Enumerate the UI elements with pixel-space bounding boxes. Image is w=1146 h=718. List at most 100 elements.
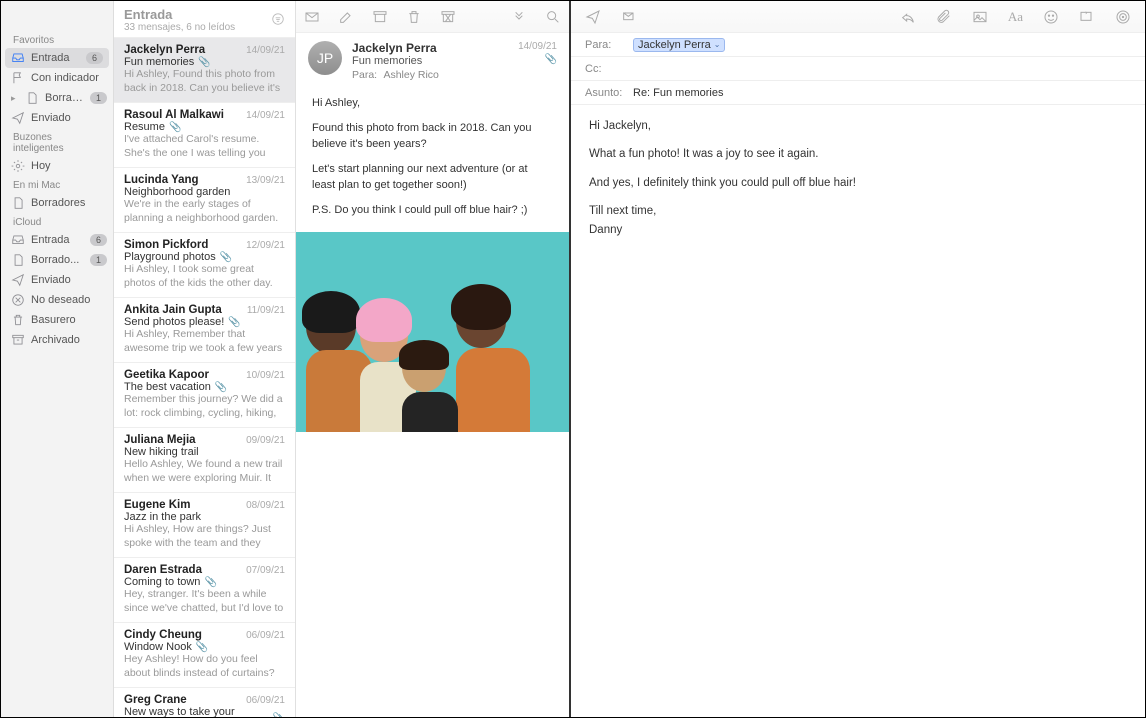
envelope-icon[interactable] (304, 9, 320, 25)
sidebar-label: Enviado (31, 274, 107, 286)
msg-preview: Hey, stranger. It's been a while since w… (124, 588, 285, 616)
badge: 6 (86, 52, 103, 64)
mailbox-title: Entrada (124, 7, 271, 22)
msg-subject: Coming to town (124, 576, 200, 588)
reader-from: Jackelyn Perra (352, 41, 508, 55)
document-icon (25, 91, 39, 105)
msg-from: Greg Crane (124, 694, 187, 706)
reader-subject: Fun memories (352, 55, 508, 67)
document-icon (11, 196, 25, 210)
recipient-token[interactable]: Jackelyn Perra ⌄ (633, 38, 725, 52)
body-line: P.S. Do you think I could pull off blue … (312, 202, 553, 219)
format-icon[interactable]: Aa (1008, 9, 1023, 25)
sidebar-item-mac-borradores[interactable]: Borradores (1, 193, 113, 213)
msg-preview: Hi Ashley, Found this photo from back in… (124, 68, 285, 96)
junk-icon[interactable] (440, 9, 456, 25)
attachment-photo[interactable] (296, 232, 569, 432)
compose-cc-row[interactable]: Cc: (571, 57, 1145, 81)
msg-subject: Send photos please! (124, 316, 224, 328)
reply-icon[interactable] (900, 9, 916, 25)
msg-preview: Hi Ashley, I took some great photos of t… (124, 263, 285, 291)
msg-preview: We're in the early stages of planning a … (124, 198, 285, 226)
msg-subject: Fun memories (124, 56, 194, 68)
recipient-name: Jackelyn Perra (638, 39, 711, 51)
sent-icon (11, 111, 25, 125)
sidebar-item-cloud-basurero[interactable]: Basurero (1, 310, 113, 330)
compose-line: Hi Jackelyn, (589, 117, 1127, 135)
compose-to-row[interactable]: Para: Jackelyn Perra ⌄ (571, 33, 1145, 57)
photo-icon[interactable] (972, 9, 988, 25)
msg-from: Juliana Mejia (124, 434, 196, 446)
msg-from: Geetika Kapoor (124, 369, 209, 381)
archive-icon (11, 333, 25, 347)
field-label: Para: (585, 39, 633, 51)
attachment-icon: 📎 (198, 57, 210, 68)
compose-icon[interactable] (338, 9, 354, 25)
message-item[interactable]: Geetika Kapoor10/09/21The best vacation📎… (114, 363, 295, 428)
filter-icon[interactable] (271, 12, 285, 29)
subject-value: Re: Fun memories (633, 87, 723, 99)
sidebar-label: Hoy (31, 160, 107, 172)
message-item[interactable]: Lucinda Yang13/09/21Neighborhood gardenW… (114, 168, 295, 233)
sidebar-item-indicador[interactable]: Con indicador (1, 68, 113, 88)
msg-preview: Hey Ashley! How do you feel about blinds… (124, 653, 285, 681)
inbox-icon (11, 51, 25, 65)
sidebar-item-cloud-entrada[interactable]: Entrada 6 (1, 230, 113, 250)
chevron-down-icon[interactable]: ⌄ (714, 40, 721, 49)
sidebar-item-borradores[interactable]: ▸ Borrado... 1 (1, 88, 113, 108)
reader-header: JP Jackelyn Perra Fun memories Para: Ash… (296, 33, 569, 89)
message-item[interactable]: Rasoul Al Malkawi14/09/21Resume📎I've att… (114, 103, 295, 168)
sidebar-item-hoy[interactable]: Hoy (1, 156, 113, 176)
sidebar-item-cloud-enviado[interactable]: Enviado (1, 270, 113, 290)
sidebar-label: Borrado... (31, 254, 84, 266)
reader-date: 14/09/21 (518, 41, 557, 52)
message-list: Entrada 33 mensajes, 6 no leídos Jackely… (114, 1, 296, 717)
section-favoritos: Favoritos (1, 31, 113, 48)
msg-date: 07/09/21 (246, 565, 285, 576)
trash-icon[interactable] (406, 9, 422, 25)
compose-body[interactable]: Hi Jackelyn, What a fun photo! It was a … (571, 105, 1145, 261)
sidebar-label: Enviado (31, 112, 107, 124)
media-menu-icon[interactable] (1079, 9, 1095, 25)
msg-from: Eugene Kim (124, 499, 190, 511)
badge: 1 (90, 254, 107, 266)
message-item[interactable]: Juliana Mejia09/09/21New hiking trailHel… (114, 428, 295, 493)
msg-preview: Hi Ashley, Remember that awesome trip we… (124, 328, 285, 356)
emoji-icon[interactable] (1043, 9, 1059, 25)
archive-icon[interactable] (372, 9, 388, 25)
sidebar-item-cloud-borradores[interactable]: Borrado... 1 (1, 250, 113, 270)
msg-date: 06/09/21 (246, 630, 285, 641)
message-item[interactable]: Ankita Jain Gupta11/09/21Send photos ple… (114, 298, 295, 363)
sidebar-item-cloud-archivado[interactable]: Archivado (1, 330, 113, 350)
message-item[interactable]: Daren Estrada07/09/21Coming to town📎Hey,… (114, 558, 295, 623)
sidebar-item-entrada[interactable]: Entrada 6 (5, 48, 109, 68)
msg-subject: Jazz in the park (124, 511, 201, 523)
msg-from: Jackelyn Perra (124, 44, 205, 56)
msg-preview: Hi Ashley, How are things? Just spoke wi… (124, 523, 285, 551)
message-item[interactable]: Greg Crane06/09/21New ways to take your … (114, 688, 295, 717)
send-icon[interactable] (585, 9, 601, 25)
attach-icon[interactable] (936, 9, 952, 25)
msg-from: Daren Estrada (124, 564, 202, 576)
message-item[interactable]: Eugene Kim08/09/21Jazz in the parkHi Ash… (114, 493, 295, 558)
compose-toolbar: Aa (571, 1, 1145, 33)
more-icon[interactable] (511, 9, 527, 25)
markup-icon[interactable] (1115, 9, 1131, 25)
compose-subject-row[interactable]: Asunto: Re: Fun memories (571, 81, 1145, 105)
field-label: Asunto: (585, 87, 633, 99)
reader-toolbar (296, 1, 569, 33)
sidebar-item-cloud-nodeseado[interactable]: No deseado (1, 290, 113, 310)
msg-subject: The best vacation (124, 381, 211, 393)
section-icloud: iCloud (1, 213, 113, 230)
message-item[interactable]: Simon Pickford12/09/21Playground photos📎… (114, 233, 295, 298)
message-item[interactable]: Cindy Cheung06/09/21Window Nook📎Hey Ashl… (114, 623, 295, 688)
msg-preview: Hello Ashley, We found a new trail when … (124, 458, 285, 486)
msg-date: 06/09/21 (246, 695, 285, 706)
sidebar-item-enviado[interactable]: Enviado (1, 108, 113, 128)
message-item[interactable]: Jackelyn Perra14/09/21Fun memories📎Hi As… (114, 38, 295, 103)
search-icon[interactable] (545, 9, 561, 25)
header-menu-icon[interactable] (621, 9, 637, 25)
msg-date: 14/09/21 (246, 110, 285, 121)
body-line: Hi Ashley, (312, 95, 553, 112)
messages-container[interactable]: Jackelyn Perra14/09/21Fun memories📎Hi As… (114, 38, 295, 717)
